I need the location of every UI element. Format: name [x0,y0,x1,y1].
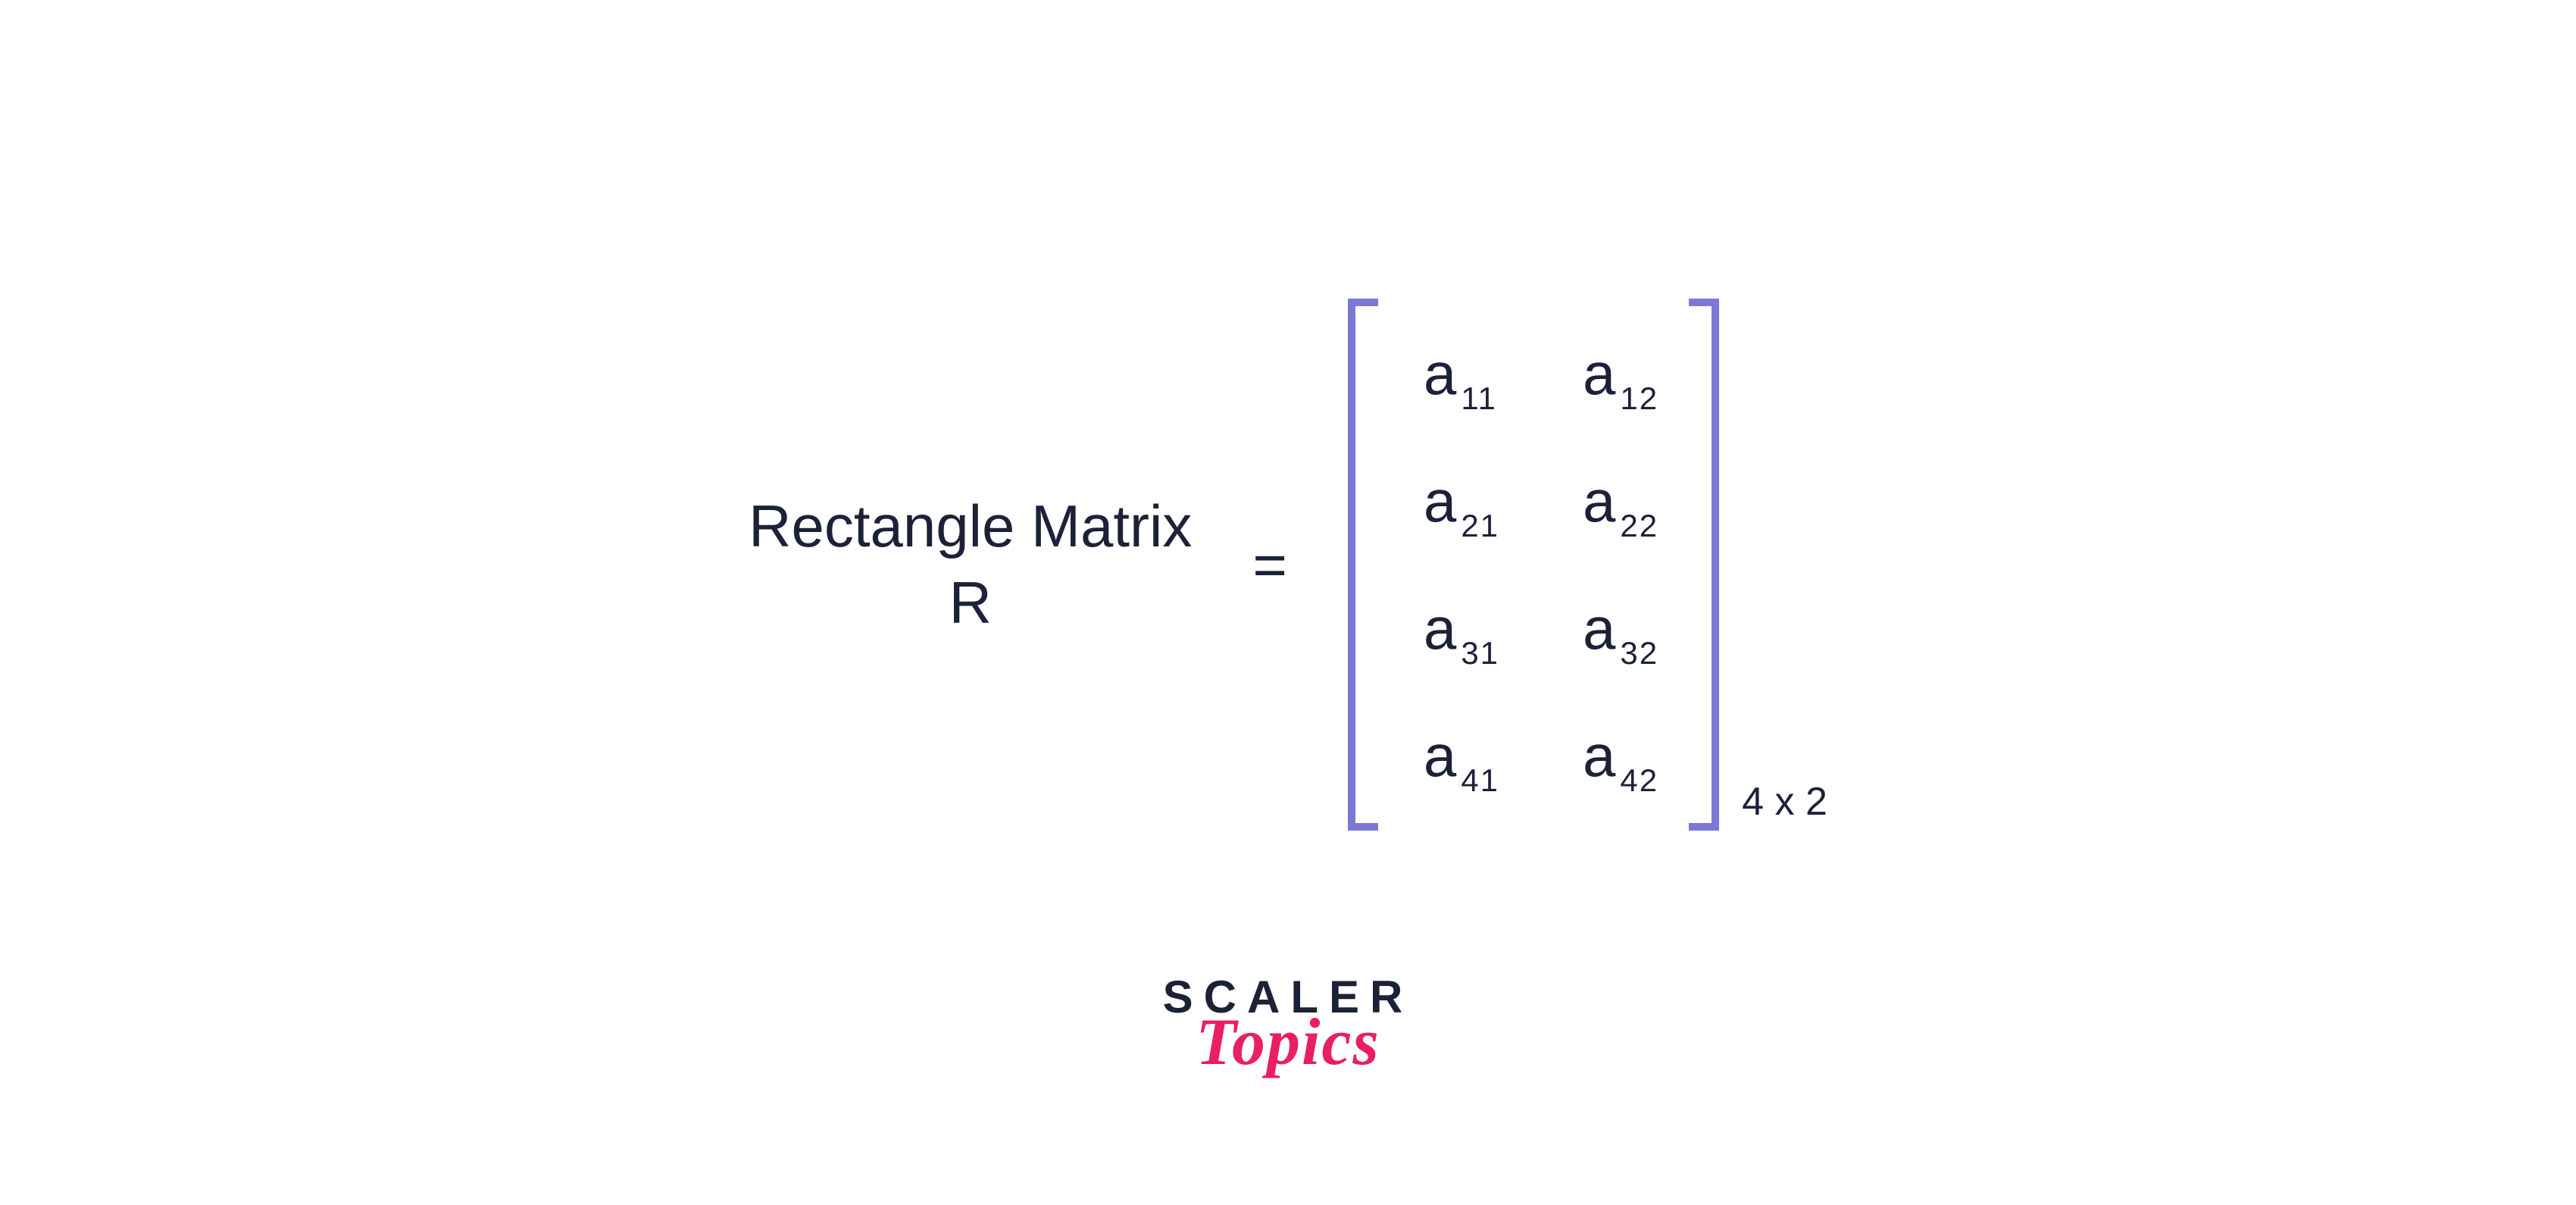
matrix-cell: a41 [1424,726,1499,785]
matrix-cell: a12 [1583,344,1658,403]
matrix-brackets: a11 a12 a21 a22 a31 a32 a41 a42 [1348,299,1719,831]
matrix-grid: a11 a12 a21 a22 a31 a32 a41 a42 [1378,299,1689,831]
matrix-cell: a32 [1583,599,1658,658]
matrix-cell: a11 [1424,344,1499,403]
matrix-cell: a22 [1583,471,1658,531]
left-bracket-icon [1348,299,1378,831]
label-line-1: Rectangle Matrix [749,488,1192,565]
matrix-cell: a42 [1583,726,1658,785]
matrix-cell: a21 [1424,471,1499,531]
matrix-dimension: 4 x 2 [1742,779,1827,825]
matrix-cell: a31 [1424,599,1499,658]
matrix-equation: Rectangle Matrix R = a11 a12 a21 a22 a31… [749,299,1827,831]
equals-sign: = [1252,531,1287,599]
matrix-container: a11 a12 a21 a22 a31 a32 a41 a42 4 x 2 [1348,299,1827,831]
brand-logo: SCALER Topics [1163,971,1414,1076]
logo-text-bottom: Topics [1163,1009,1414,1076]
matrix-label: Rectangle Matrix R [749,488,1192,642]
right-bracket-icon [1689,299,1719,831]
label-line-2: R [749,565,1192,641]
